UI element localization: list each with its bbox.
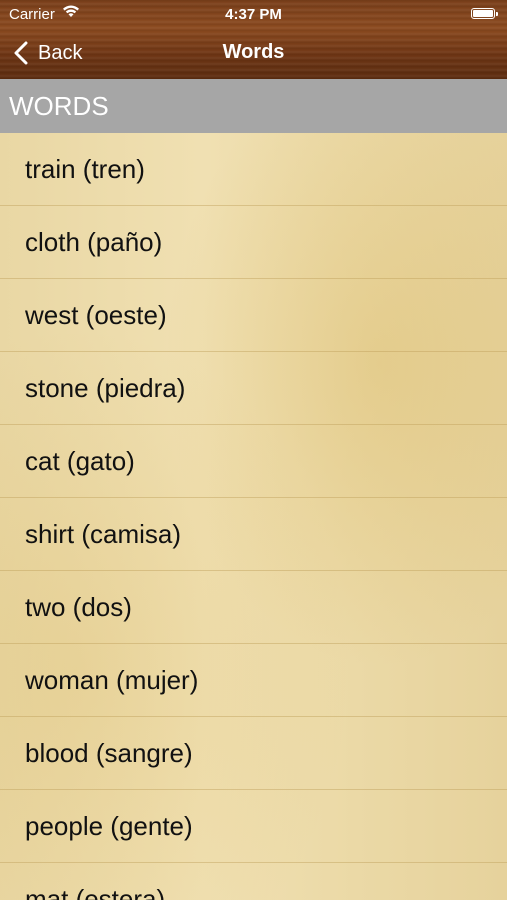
section-header: WORDS <box>0 79 507 133</box>
word-label: stone (piedra) <box>25 373 186 403</box>
battery-icon <box>471 8 498 19</box>
list-item[interactable]: mat (estera) <box>0 863 507 900</box>
word-label: cloth (paño) <box>25 227 163 257</box>
word-label: train (tren) <box>25 154 145 184</box>
list-item[interactable]: stone (piedra) <box>0 352 507 425</box>
list-item[interactable]: people (gente) <box>0 790 507 863</box>
word-label: west (oeste) <box>25 300 167 330</box>
status-bar: Carrier 4:37 PM <box>0 0 507 28</box>
list-item[interactable]: blood (sangre) <box>0 717 507 790</box>
word-list[interactable]: train (tren) cloth (paño) west (oeste) s… <box>0 133 507 900</box>
list-item[interactable]: cloth (paño) <box>0 206 507 279</box>
word-label: shirt (camisa) <box>25 519 182 549</box>
page-title: Words <box>222 41 285 63</box>
word-label: mat (estera) <box>25 884 166 900</box>
list-item[interactable]: west (oeste) <box>0 279 507 352</box>
clock: 4:37 PM <box>225 6 282 23</box>
list-item[interactable]: woman (mujer) <box>0 644 507 717</box>
list-item[interactable]: cat (gato) <box>0 425 507 498</box>
word-label: cat (gato) <box>25 446 135 476</box>
list-item[interactable]: train (tren) <box>0 133 507 206</box>
word-label: blood (sangre) <box>25 738 193 768</box>
list-item[interactable]: shirt (camisa) <box>0 498 507 571</box>
navigation-bar: Carrier 4:37 PM Back Words <box>0 0 507 79</box>
word-label: woman (mujer) <box>25 665 199 695</box>
word-label: people (gente) <box>25 811 193 841</box>
word-label: two (dos) <box>25 592 132 622</box>
list-item[interactable]: two (dos) <box>0 571 507 644</box>
